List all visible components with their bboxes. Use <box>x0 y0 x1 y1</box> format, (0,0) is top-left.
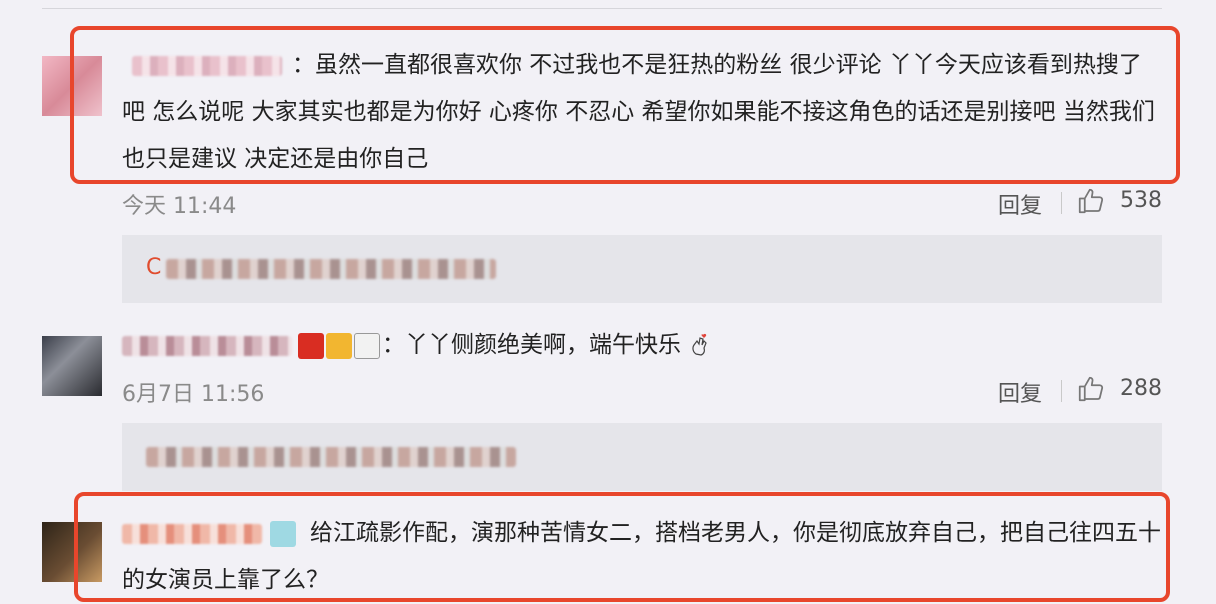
divider <box>1061 192 1062 214</box>
top-divider <box>42 8 1162 9</box>
avatar[interactable] <box>42 336 102 396</box>
comment-meta: 6月7日 11:56 回复 288 <box>122 374 1162 408</box>
comment-text: ：丫丫侧颜绝美啊，端午快乐 <box>122 322 1162 369</box>
gold-badge-icon <box>326 332 352 359</box>
reply-preview[interactable] <box>122 423 1162 491</box>
like-count: 538 <box>1120 188 1162 213</box>
highlight-box-2 <box>74 492 1170 602</box>
like-count: 288 <box>1120 376 1162 401</box>
thumbs-up-icon[interactable] <box>1076 374 1106 404</box>
reply-button[interactable]: 回复 <box>998 188 1042 220</box>
finger-heart-icon <box>692 333 708 356</box>
timestamp: 6月7日 11:56 <box>122 382 265 407</box>
reply-preview-lead: C <box>146 255 162 280</box>
comment-meta: 今天 11:44 回复 538 <box>122 186 1162 220</box>
username-blurred[interactable] <box>122 335 292 356</box>
reply-preview-blurred <box>146 447 516 467</box>
reply-button[interactable]: 回复 <box>998 376 1042 408</box>
red-badge-icon <box>298 332 324 359</box>
highlight-box-1 <box>70 26 1180 184</box>
divider <box>1061 380 1062 402</box>
thumbs-up-icon[interactable] <box>1076 186 1106 216</box>
timestamp: 今天 11:44 <box>122 194 237 219</box>
reply-preview[interactable]: C <box>122 235 1162 303</box>
reply-preview-blurred <box>166 259 496 279</box>
panda-icon <box>354 332 380 359</box>
